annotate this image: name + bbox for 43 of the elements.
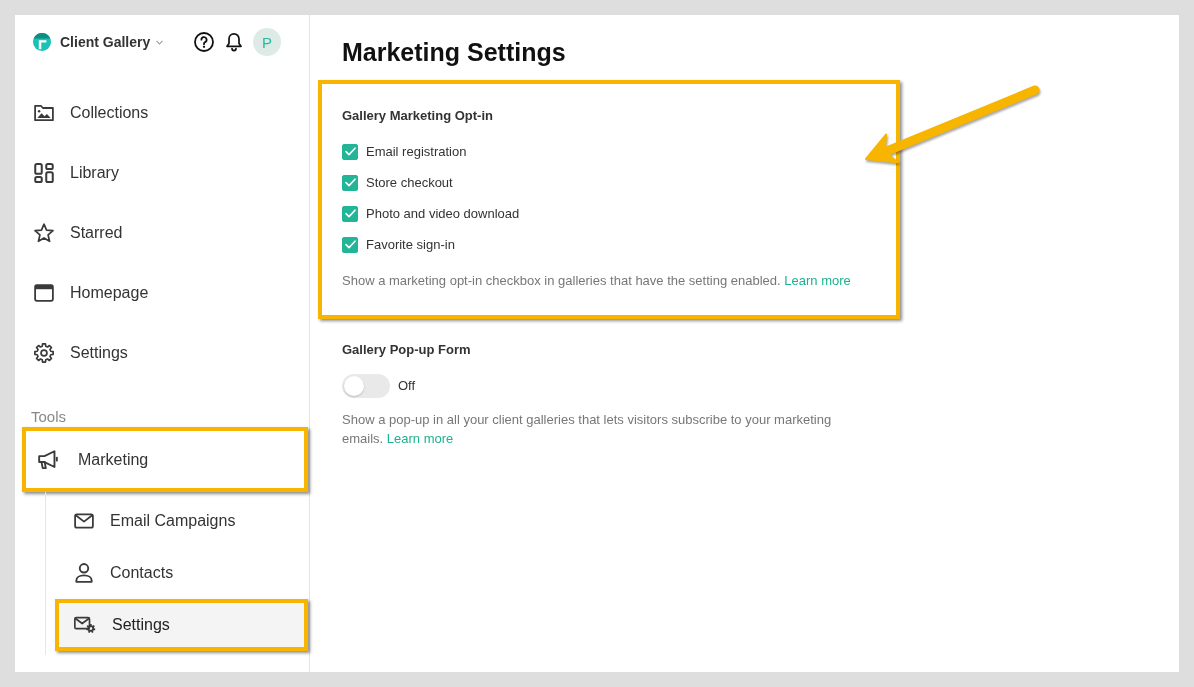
browser-window-icon — [34, 283, 54, 303]
envelope-icon — [74, 511, 94, 531]
image-folder-icon — [34, 103, 54, 123]
checkbox[interactable] — [342, 143, 358, 160]
checkbox-label: Store checkout — [366, 174, 453, 191]
check-icon — [344, 147, 356, 156]
check-icon — [344, 240, 356, 249]
section-heading: Gallery Pop-up Form — [342, 342, 471, 358]
checkbox[interactable] — [342, 236, 358, 253]
help-icon[interactable] — [194, 32, 214, 52]
checkbox-label: Email registration — [366, 143, 467, 160]
envelope-gear-icon — [74, 615, 96, 635]
section-description: Show a pop-up in all your client galleries that lets visitors subscribe to your marketing emails. Learn more — [342, 411, 833, 448]
nav-item[interactable]: Library — [15, 143, 309, 203]
section-description: Show a marketing opt-in checkbox in galleries that have the setting enabled. Learn more — [342, 273, 851, 289]
page-title: Marketing Settings — [342, 37, 566, 68]
checkbox-label: Photo and video download — [366, 205, 520, 222]
section-heading: Gallery Marketing Opt-in — [342, 108, 493, 124]
check-icon — [344, 209, 356, 218]
toggle-state-label: Off — [398, 378, 416, 394]
subnav-item[interactable]: Contacts — [55, 547, 308, 599]
nav-item[interactable]: Homepage — [15, 263, 309, 323]
gallery-switcher[interactable]: Client Gallery — [33, 28, 194, 56]
caret-icon — [156, 39, 164, 45]
nav-item[interactable]: Marketing — [22, 427, 308, 492]
bell-icon[interactable] — [225, 32, 243, 52]
person-icon — [74, 563, 94, 583]
grid-icon — [34, 163, 54, 183]
megaphone-icon — [38, 449, 58, 470]
logo-icon — [33, 33, 51, 51]
nav-item[interactable]: Collections — [15, 83, 309, 143]
section-label: Tools — [31, 407, 67, 427]
subnav-item[interactable]: Settings — [55, 599, 308, 651]
settings-icon — [34, 343, 54, 363]
checkbox[interactable] — [342, 174, 358, 191]
toggle-switch[interactable] — [342, 374, 390, 398]
checkbox[interactable] — [342, 205, 358, 222]
subnav-item[interactable]: Email Campaigns — [55, 495, 308, 547]
nav-item[interactable]: Settings — [15, 323, 309, 383]
checkbox-label: Favorite sign-in — [366, 236, 455, 253]
check-icon — [344, 178, 356, 187]
star-icon — [34, 223, 54, 243]
nav-item[interactable]: Starred — [15, 203, 309, 263]
